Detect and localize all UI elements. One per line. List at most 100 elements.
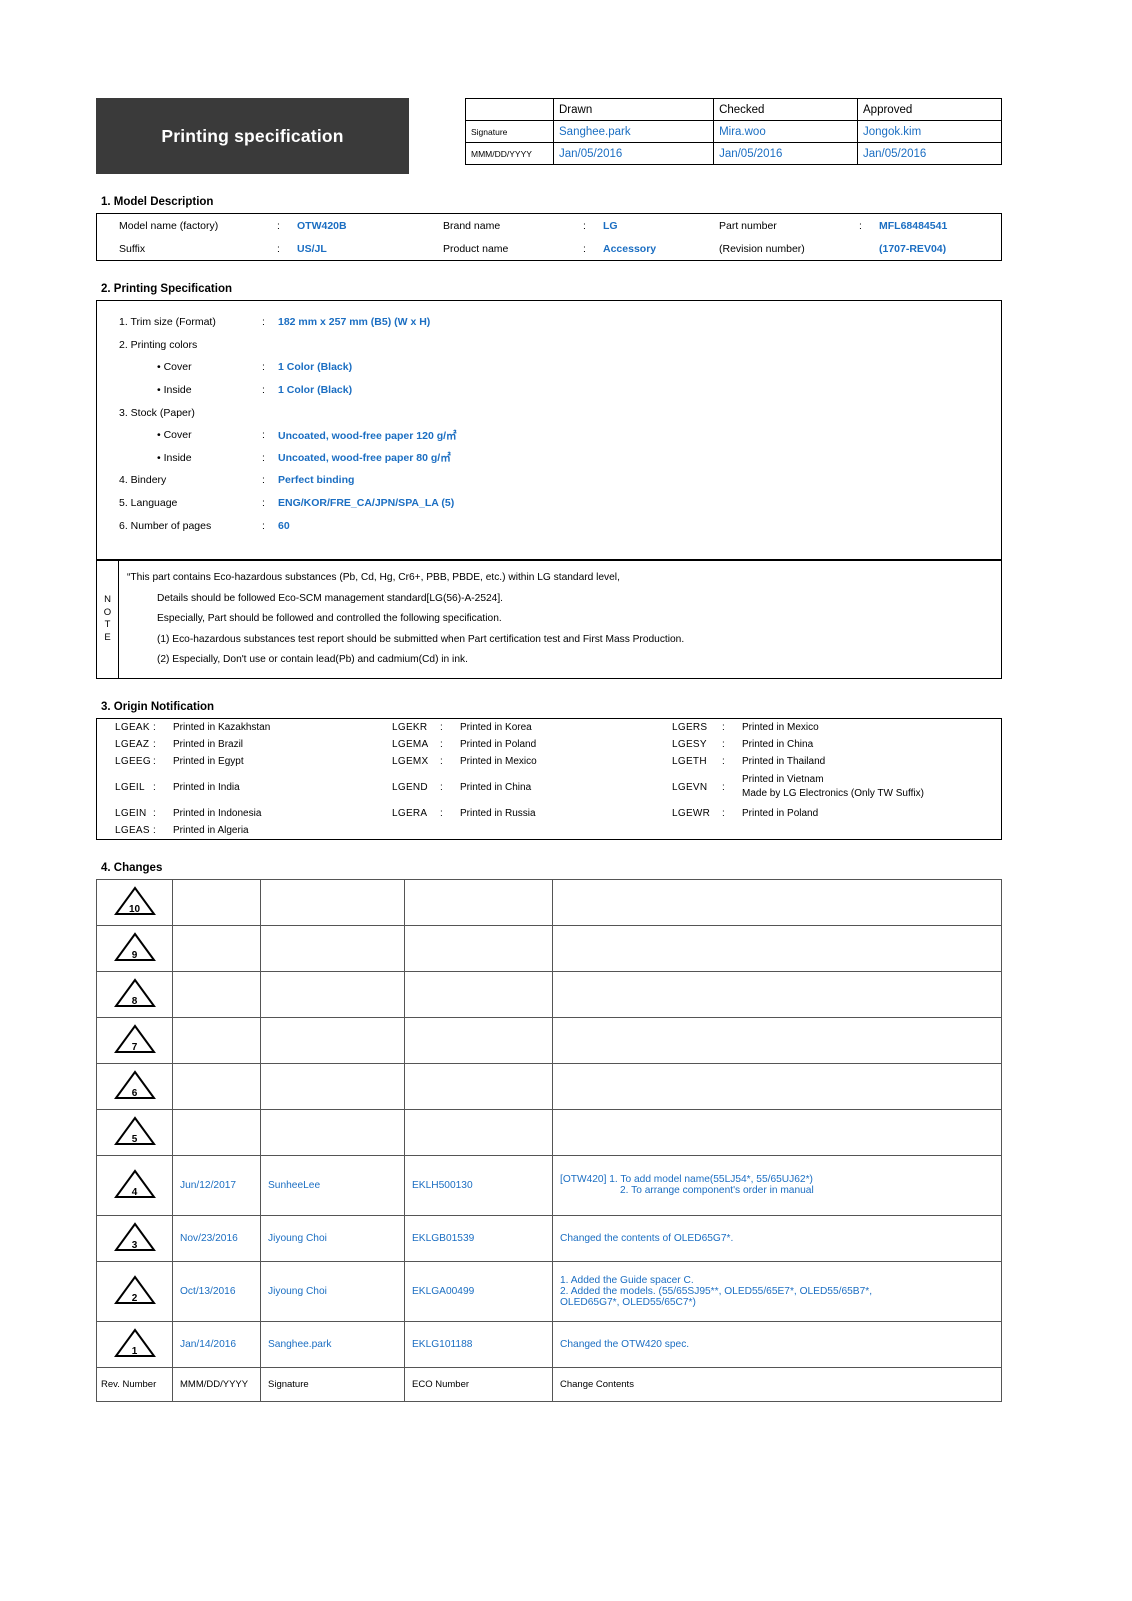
origin-text-line: Printed in Vietnam xyxy=(742,773,824,785)
printing-spec-row: • Inside: Uncoated, wood-free paper 80 g/… xyxy=(97,447,1001,470)
section-heading-changes: 4. Changes xyxy=(101,861,163,874)
printing-spec-value: Perfect binding xyxy=(278,474,355,487)
origin-row: LGEIN: Printed in Indonesia LGERA: Printed … xyxy=(97,805,1001,822)
table-row: 6 xyxy=(96,1062,1002,1110)
origin-text: Printed in Korea xyxy=(460,721,532,733)
change-contents xyxy=(552,878,1002,926)
note-line: Details should be followed Eco-SCM manag… xyxy=(157,592,503,604)
table-row: 10 xyxy=(96,878,1002,926)
part-number-colon: : xyxy=(859,219,862,232)
change-contents xyxy=(552,970,1002,1018)
printing-spec-label: • Cover xyxy=(157,429,192,442)
change-contents: Changed the contents of OLED65G7*. xyxy=(552,1214,1002,1262)
note-label-letter: E xyxy=(104,632,111,644)
section-heading-model: 1. Model Description xyxy=(101,196,214,208)
printing-spec-row: 2. Printing colors xyxy=(97,334,1001,357)
model-row-2: Suffix : US/JL Product name : Accessory … xyxy=(97,237,1001,260)
change-signature xyxy=(260,1016,405,1064)
printing-spec-row: • Cover:1 Color (Black) xyxy=(97,356,1001,379)
change-signature: SunheeLee xyxy=(260,1154,405,1216)
change-contents-line: 1. Added the Guide spacer C. xyxy=(560,1274,694,1286)
revision-number: 1 xyxy=(131,1345,138,1357)
origin-colon xyxy=(722,822,736,839)
revision-number: 5 xyxy=(131,1133,138,1145)
table-row: 5 xyxy=(96,1108,1002,1156)
origin-code: LGEIL xyxy=(115,781,145,793)
suffix-label: Suffix xyxy=(119,242,146,255)
table-row: 7 xyxy=(96,1016,1002,1064)
suffix-value: US/JL xyxy=(297,242,327,255)
part-number-value: MFL68484541 xyxy=(879,219,948,232)
printing-spec-value: ENG/KOR/FRE_CA/JPN/SPA_LA (5) xyxy=(278,497,455,510)
change-date xyxy=(172,878,261,926)
change-date: Oct/13/2016 xyxy=(172,1260,261,1322)
product-name-label: Product name xyxy=(443,242,509,255)
origin-colon: : xyxy=(722,738,725,750)
origin-code xyxy=(382,822,440,839)
origin-colon: : xyxy=(722,721,725,733)
origin-text: Printed in Vietnam Made by LG Electronics… xyxy=(736,770,1001,805)
origin-code: LGERS xyxy=(672,721,708,733)
date-drawn: Jan/05/2016 xyxy=(552,142,715,165)
changes-footer-signature: Signature xyxy=(260,1366,405,1402)
suffix-colon: : xyxy=(277,242,280,255)
origin-text: Printed in Poland xyxy=(742,807,819,819)
approval-row-label-signature: Signature xyxy=(465,120,554,143)
approval-corner-cell xyxy=(465,98,554,121)
note-box: NOTE “This part contains Eco-hazardous s… xyxy=(96,559,1002,679)
approval-col-approved: Approved xyxy=(857,98,1002,121)
model-description-box: Model name (factory) : OTW420B Brand nam… xyxy=(96,213,1002,261)
brand-name-label: Brand name xyxy=(443,219,501,232)
change-contents xyxy=(552,1108,1002,1156)
revision-marker-cell: 5 xyxy=(96,1108,173,1156)
revision-number: 2 xyxy=(131,1292,138,1304)
printing-spec-colon: : xyxy=(262,361,265,374)
table-row: 9 xyxy=(96,924,1002,972)
change-eco-number: EKLH500130 xyxy=(404,1154,553,1216)
revision-number: 4 xyxy=(131,1186,138,1198)
revision-marker-cell: 10 xyxy=(96,878,173,926)
printing-spec-label: 5. Language xyxy=(119,497,178,510)
model-name-label: Model name (factory) xyxy=(119,219,219,232)
note-label: NOTE xyxy=(97,560,119,678)
origin-text: Printed in Egypt xyxy=(173,755,244,767)
origin-colon: : xyxy=(153,738,156,750)
model-row-1: Model name (factory) : OTW420B Brand nam… xyxy=(97,214,1001,237)
printing-spec-value: Uncoated, wood-free paper 120 g/㎡ xyxy=(278,429,457,442)
date-approved: Jan/05/2016 xyxy=(857,142,1002,165)
table-row: 8 xyxy=(96,970,1002,1018)
origin-notification-box: LGEAK: Printed in Kazakhstan LGEKR: Printed… xyxy=(96,717,1002,840)
change-contents-line: 2. Added the models. (55/65SJ95**, OLED5… xyxy=(560,1285,873,1297)
origin-colon: : xyxy=(722,781,725,793)
printing-spec-row: 1. Trim size (Format):182 mm x 257 mm (B… xyxy=(97,311,1001,334)
change-eco-number: EKLG101188 xyxy=(404,1320,553,1368)
signature-checked: Mira.woo xyxy=(713,120,859,143)
warning-triangle-icon: 9 xyxy=(113,932,156,962)
signature-drawn: Sanghee.park xyxy=(552,120,715,143)
change-date: Jan/14/2016 xyxy=(172,1320,261,1368)
change-signature xyxy=(260,878,405,926)
origin-text: Printed in Russia xyxy=(460,807,536,819)
printing-spec-row: 4. Bindery: Perfect binding xyxy=(97,469,1001,492)
origin-colon: : xyxy=(440,738,443,750)
origin-row: LGEAK: Printed in Kazakhstan LGEKR: Printed… xyxy=(97,719,1001,736)
revision-number: 7 xyxy=(131,1041,138,1053)
origin-colon: : xyxy=(440,807,443,819)
revision-marker-cell: 2 xyxy=(96,1260,173,1322)
page-title-box: Printing specification xyxy=(96,98,409,174)
revision-marker-cell: 3 xyxy=(96,1214,173,1262)
change-date xyxy=(172,1062,261,1110)
origin-code: LGEAZ xyxy=(115,738,150,750)
changes-footer-date: MMM/DD/YYYY xyxy=(172,1366,261,1402)
approval-col-drawn: Drawn xyxy=(552,98,715,121)
note-label-letter: T xyxy=(104,619,111,631)
origin-text: Printed in Thailand xyxy=(742,755,826,767)
origin-notification-table: LGEAK: Printed in Kazakhstan LGEKR: Printed… xyxy=(97,719,1001,839)
origin-text: Printed in India xyxy=(173,781,240,793)
product-name-value: Accessory xyxy=(603,242,657,255)
revision-number: 8 xyxy=(131,995,138,1007)
origin-code: LGEAS xyxy=(115,824,150,836)
change-contents: Changed the OTW420 spec. xyxy=(552,1320,1002,1368)
printing-spec-label: • Cover xyxy=(157,361,192,374)
revision-marker-cell: 7 xyxy=(96,1016,173,1064)
